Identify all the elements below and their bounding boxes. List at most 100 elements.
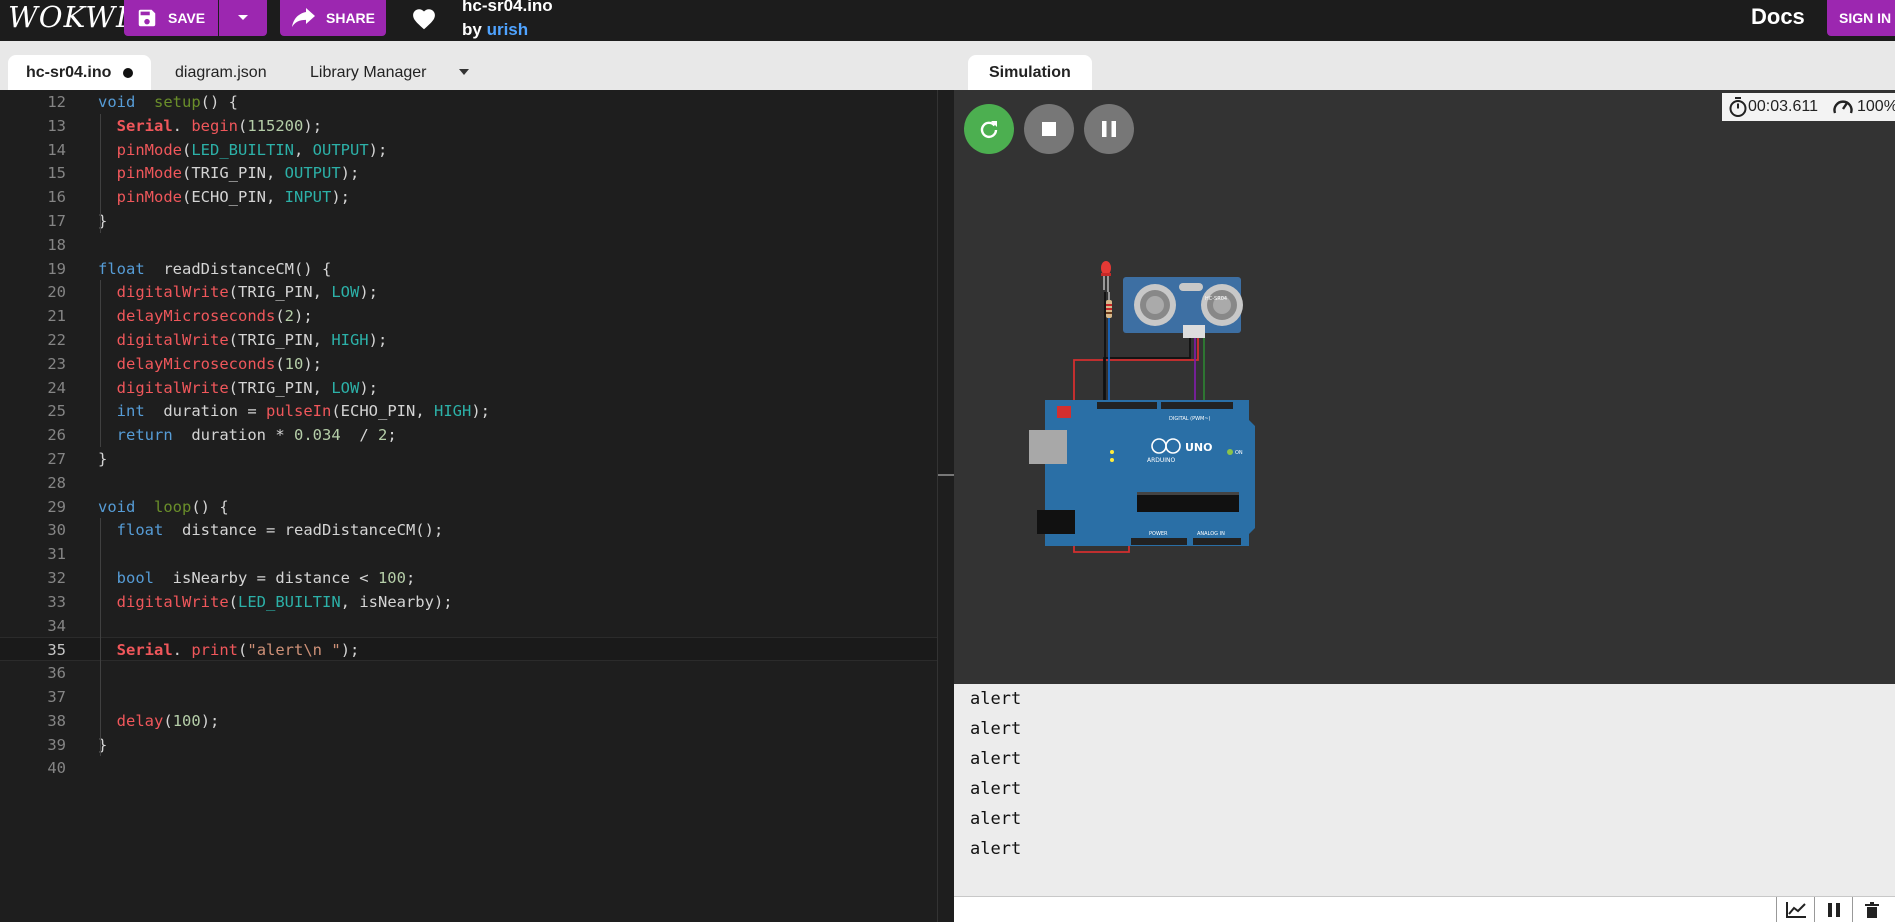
code-text: Serial. begin(115200); (98, 114, 322, 138)
code-line[interactable]: 34 (0, 614, 937, 638)
code-line[interactable]: 40 (0, 756, 937, 780)
code-text: void setup() { (98, 90, 238, 114)
code-line[interactable]: 18 (0, 233, 937, 257)
by-label: by (462, 20, 482, 39)
code-line[interactable]: 27} (0, 447, 937, 471)
author-link[interactable]: urish (487, 20, 529, 39)
serial-output-line: alert (970, 719, 1022, 739)
code-token: ( (238, 641, 248, 660)
line-number: 21 (47, 307, 66, 326)
code-line[interactable]: 19 float readDistanceCM() { (0, 257, 937, 281)
code-token: 100 (172, 711, 201, 730)
code-line[interactable]: 38 delay(100); (0, 709, 937, 733)
code-token: duration * (172, 426, 294, 445)
line-number: 19 (47, 259, 66, 278)
hc-sr04-sensor[interactable]: HC-SR04 (1123, 277, 1243, 338)
elapsed-time: 00:03.611 (1748, 98, 1818, 115)
code-line[interactable]: 26 return duration * 0.034 / 2; (0, 423, 937, 447)
share-button[interactable]: SHARE (280, 0, 386, 36)
code-line[interactable]: 31 (0, 542, 937, 566)
code-text: pinMode(TRIG_PIN, OUTPUT); (98, 161, 360, 185)
line-number: 12 (47, 93, 66, 111)
code-line[interactable]: 12 void setup() { (0, 90, 937, 114)
stopwatch-icon (1729, 97, 1747, 117)
code-line[interactable]: 21 delayMicroseconds(2); (0, 304, 937, 328)
chevron-down-icon (238, 15, 248, 20)
share-label: SHARE (326, 10, 376, 26)
code-editor[interactable]: 12 void setup() {13 Serial. begin(115200)… (0, 90, 937, 922)
line-number: 14 (47, 140, 66, 159)
code-line[interactable]: 30 float distance = readDistanceCM(); (0, 518, 937, 542)
code-line[interactable]: 32 bool isNearby = distance < 100; (0, 566, 937, 590)
circuit-diagram[interactable]: HC-SR04 UNO ARDUINO DIGITAL (PWM~) ON PO… (1009, 260, 1269, 560)
save-options-button[interactable] (219, 0, 267, 36)
line-number: 20 (47, 283, 66, 302)
plotter-button[interactable] (1776, 897, 1814, 922)
code-token: pinMode (116, 140, 182, 159)
serial-pause-button[interactable] (1814, 897, 1852, 922)
code-token: 0.034 (294, 426, 341, 445)
code-text: digitalWrite(TRIG_PIN, LOW); (98, 280, 378, 304)
code-token: ); (368, 331, 388, 349)
restart-button[interactable] (964, 104, 1014, 154)
code-line[interactable]: 13 Serial. begin(115200); (0, 114, 937, 138)
chart-line-icon (1785, 902, 1806, 918)
code-token: 2 (378, 426, 388, 445)
stop-button[interactable] (1024, 104, 1074, 154)
red-led[interactable] (1101, 261, 1111, 292)
pause-icon (1827, 903, 1840, 917)
code-line[interactable]: 33 digitalWrite(LED_BUILTIN, isNearby); (0, 590, 937, 614)
save-button[interactable]: SAVE (124, 0, 218, 36)
code-line[interactable]: 23 delayMicroseconds(10); (0, 352, 937, 376)
tabs-menu-caret-icon[interactable] (459, 69, 469, 75)
code-line[interactable]: 25 int duration = pulseIn(ECHO_PIN, HIGH… (0, 399, 937, 423)
code-token: (TRIG_PIN, (228, 378, 332, 397)
code-token: Serial (116, 116, 173, 135)
code-token: duration = (144, 402, 266, 421)
sign-in-button[interactable]: SIGN IN (1827, 0, 1895, 36)
code-token: 10 (284, 354, 304, 373)
line-number: 36 (47, 664, 66, 683)
code-line[interactable]: 35 Serial. print("alert\n "); (0, 637, 937, 662)
tab-simulation[interactable]: Simulation (968, 55, 1092, 90)
code-line[interactable]: 29 void loop() { (0, 495, 937, 519)
arduino-uno-board[interactable]: UNO ARDUINO DIGITAL (PWM~) ON POWER ANAL… (1029, 400, 1255, 546)
code-line[interactable]: 15 pinMode(TRIG_PIN, OUTPUT); (0, 161, 937, 185)
line-number: 34 (47, 616, 66, 635)
code-line[interactable]: 14 pinMode(LED_BUILTIN, OUTPUT); (0, 138, 937, 162)
serial-monitor-output[interactable]: alert alert alert alert alert alert (954, 684, 1895, 896)
tab-library-manager[interactable]: Library Manager (310, 55, 427, 90)
code-line[interactable]: 28 (0, 471, 937, 495)
code-line[interactable]: 37 (0, 685, 937, 709)
code-token: delayMicroseconds (116, 307, 276, 326)
tab-diagram-json[interactable]: diagram.json (175, 55, 267, 90)
code-line[interactable]: 36 (0, 661, 937, 685)
code-line[interactable]: 22 digitalWrite(TRIG_PIN, HIGH); (0, 328, 937, 352)
serial-output-line: alert (970, 839, 1022, 859)
stop-icon (1042, 122, 1056, 136)
docs-link[interactable]: Docs (1751, 4, 1805, 30)
serial-monitor-toolbar (954, 896, 1895, 922)
clear-serial-button[interactable] (1852, 897, 1890, 922)
code-line[interactable]: 17} (0, 209, 937, 233)
pause-button[interactable] (1084, 104, 1134, 154)
editor-scrollbar[interactable] (937, 90, 954, 922)
resistor[interactable] (1106, 292, 1112, 318)
code-token: print (191, 641, 239, 660)
code-text: Serial. print("alert\n "); (98, 638, 360, 662)
heart-icon[interactable] (410, 6, 438, 30)
code-text: } (98, 447, 107, 471)
share-arrow-icon (292, 8, 315, 27)
code-token: ( (275, 354, 285, 373)
code-line[interactable]: 24 digitalWrite(TRIG_PIN, LOW); (0, 376, 937, 400)
tab-sketch-file[interactable]: hc-sr04.ino (8, 55, 152, 90)
code-line[interactable]: 20 digitalWrite(TRIG_PIN, LOW); (0, 280, 937, 304)
code-token: } (98, 450, 108, 468)
simulation-canvas[interactable]: 00:03.611 100% HC-SR04 UNO ARDUINO DIGIT… (954, 90, 1895, 684)
code-line[interactable]: 16 pinMode(ECHO_PIN, INPUT); (0, 185, 937, 209)
code-token: bool (116, 569, 154, 587)
code-line[interactable]: 39} (0, 733, 937, 757)
code-token: (ECHO_PIN, (331, 402, 434, 421)
code-token: (TRIG_PIN, (182, 164, 285, 183)
wokwi-logo[interactable]: WOKWI (8, 0, 128, 36)
